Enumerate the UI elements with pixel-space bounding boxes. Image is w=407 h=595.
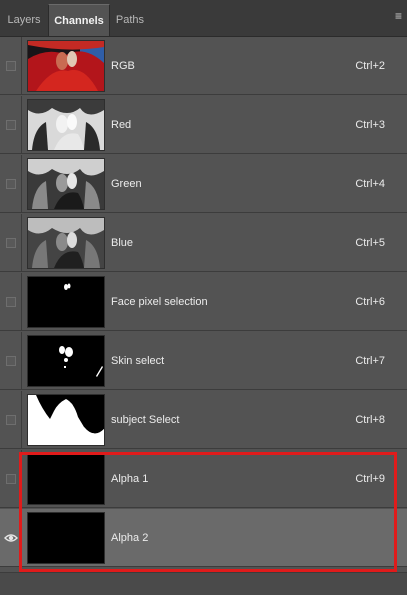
visibility-box-icon [6,356,16,366]
channel-thumbnail [27,453,105,505]
channel-thumbnail [27,335,105,387]
channel-name: subject Select [111,414,180,426]
visibility-toggle[interactable] [0,332,22,390]
channel-row-subject-select[interactable]: subject Select Ctrl+8 [0,391,407,449]
tab-channels[interactable]: Channels [48,4,110,36]
channel-shortcut: Ctrl+9 [355,473,385,485]
channel-row-alpha-2[interactable]: Alpha 2 [0,509,407,567]
channel-thumbnail [27,217,105,269]
channel-thumbnail [27,512,105,564]
visibility-toggle[interactable] [0,214,22,272]
visibility-box-icon [6,120,16,130]
channel-thumbnail [27,394,105,446]
visibility-box-icon [6,238,16,248]
channel-thumbnail [27,40,105,92]
visibility-toggle[interactable] [0,96,22,154]
channel-shortcut: Ctrl+5 [355,237,385,249]
channel-row-rgb[interactable]: RGB Ctrl+2 [0,37,407,95]
channel-thumbnail [27,276,105,328]
visibility-toggle[interactable] [0,450,22,508]
visibility-toggle[interactable] [0,37,22,95]
channel-name: RGB [111,60,135,72]
channel-name: Red [111,119,132,131]
channel-name: Skin select [111,355,165,367]
channel-name: Alpha 1 [111,473,149,485]
channel-shortcut: Ctrl+8 [355,414,385,426]
tab-paths[interactable]: Paths [110,4,150,36]
channel-shortcut: Ctrl+4 [355,178,385,190]
visibility-toggle[interactable] [0,155,22,213]
channel-row-alpha-1[interactable]: Alpha 1 Ctrl+9 [0,450,407,508]
channel-shortcut: Ctrl+7 [355,355,385,367]
visibility-toggle[interactable] [0,391,22,449]
channel-shortcut: Ctrl+6 [355,296,385,308]
channel-shortcut: Ctrl+2 [355,60,385,72]
channel-thumbnail [27,99,105,151]
channel-row-skin-select[interactable]: Skin select Ctrl+7 [0,332,407,390]
visibility-box-icon [6,297,16,307]
eye-icon [4,534,18,542]
visibility-box-icon [6,179,16,189]
visibility-box-icon [6,415,16,425]
channel-name: Face pixel selection [111,296,208,308]
panel-footer [0,572,407,595]
panel-menu-icon[interactable]: ≡ [395,10,405,22]
channel-row-green[interactable]: Green Ctrl+4 [0,155,407,213]
channel-row-face-pixel-selection[interactable]: Face pixel selection Ctrl+6 [0,273,407,331]
panel-tab-bar: Layers Channels Paths ≡ [0,0,407,37]
channel-row-blue[interactable]: Blue Ctrl+5 [0,214,407,272]
visibility-toggle[interactable] [0,273,22,331]
visibility-box-icon [6,474,16,484]
channel-name: Blue [111,237,134,249]
tab-layers[interactable]: Layers [0,4,48,36]
channel-thumbnail [27,158,105,210]
channel-name: Green [111,178,142,190]
visibility-box-icon [6,61,16,71]
channel-name: Alpha 2 [111,532,149,544]
channel-shortcut: Ctrl+3 [355,119,385,131]
visibility-toggle[interactable] [0,509,22,567]
channel-row-red[interactable]: Red Ctrl+3 [0,96,407,154]
